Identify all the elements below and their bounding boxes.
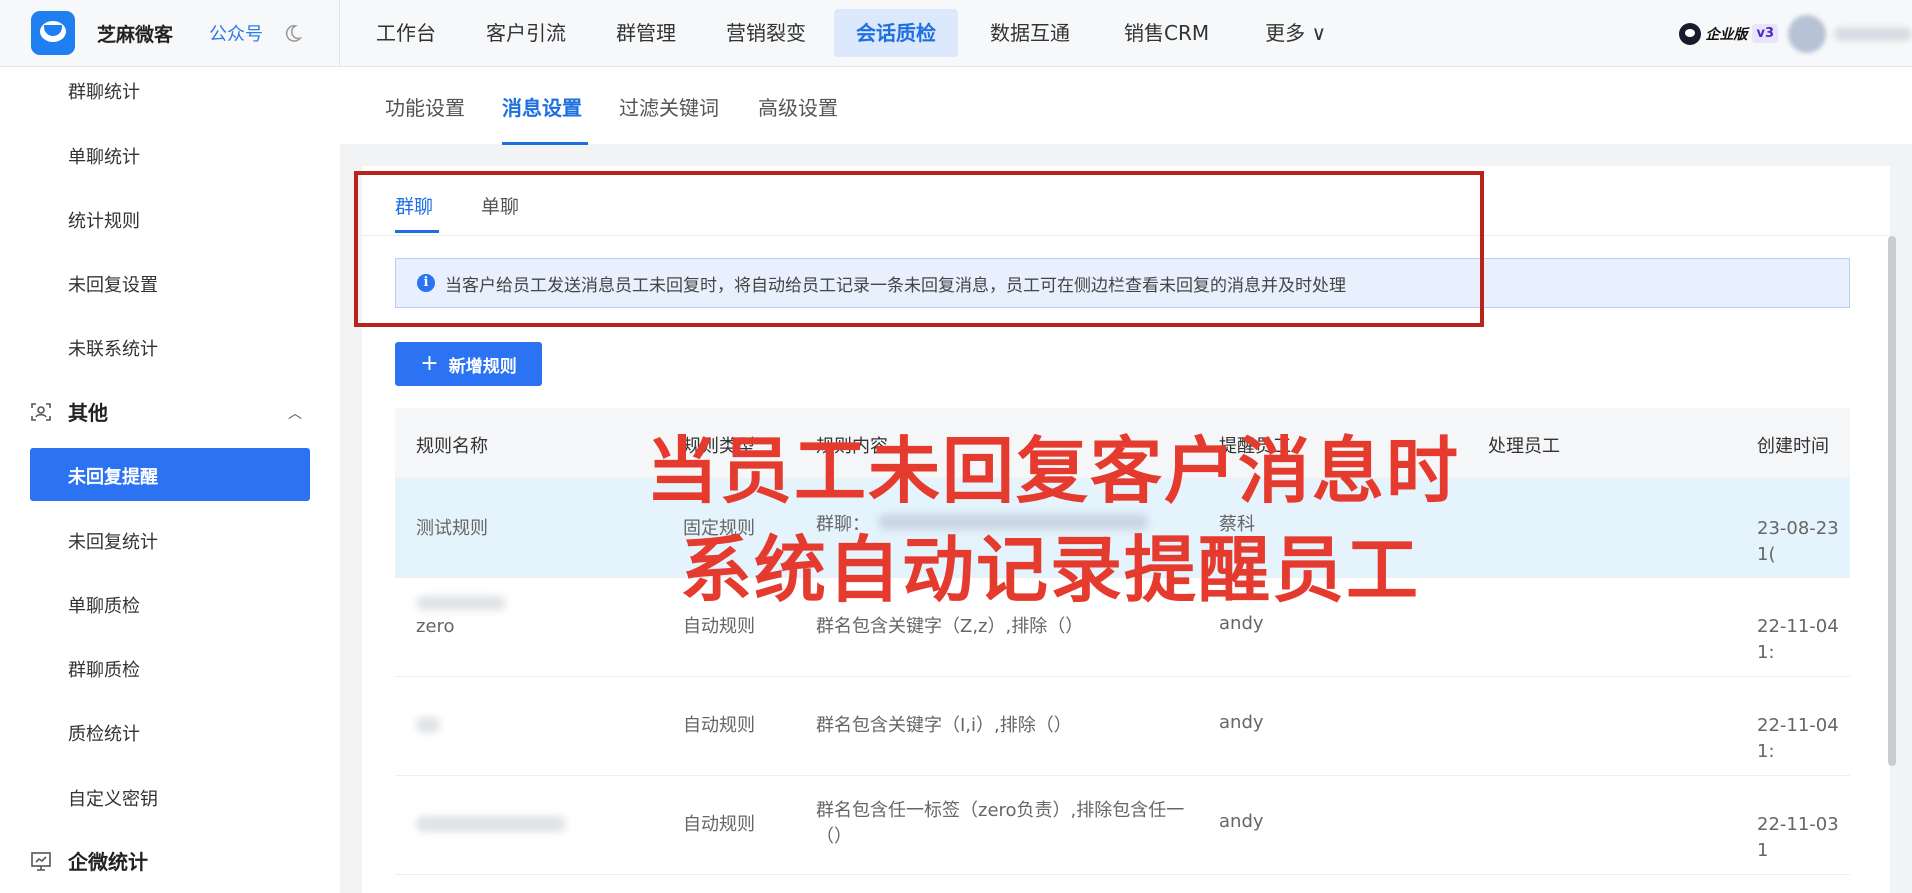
edition-badge: 企业版 v3 xyxy=(1679,22,1778,45)
nav-workbench[interactable]: 工作台 xyxy=(354,9,458,57)
cell-created-time: 22-11-04 1: xyxy=(1757,616,1839,663)
annotation-text-line2: 系统自动记录提醒员工 xyxy=(680,528,1421,612)
cell-created-time: 23-08-23 1( xyxy=(1757,518,1839,565)
tab-function-settings[interactable]: 功能设置 xyxy=(385,92,465,121)
avatar[interactable] xyxy=(1788,14,1826,53)
sidebar-group-other-label: 其他 xyxy=(68,401,108,425)
sidebar-item-single-chat-qc[interactable]: 单聊质检 xyxy=(68,592,140,618)
logo-icon[interactable] xyxy=(31,11,75,55)
sidebar-item-no-reply-reminder[interactable]: 未回复提醒 xyxy=(30,448,310,501)
brand: 芝麻微客 公众号 xyxy=(0,0,340,67)
cell-name-blurred xyxy=(416,596,506,610)
col-handle-staff: 处理员工 xyxy=(1488,436,1560,457)
sidebar-item-single-chat-stats[interactable]: 单聊统计 xyxy=(68,143,140,169)
edition-label: 企业版 xyxy=(1705,26,1748,43)
settings-tabs: 功能设置 消息设置 过滤关键词 高级设置 xyxy=(340,67,1912,144)
sidebar-item-label: 未回复提醒 xyxy=(68,467,158,488)
sidebar-item-custom-key[interactable]: 自定义密钥 xyxy=(68,785,158,811)
nav-group-management[interactable]: 群管理 xyxy=(594,9,698,57)
sidebar-item-stat-rules[interactable]: 统计规则 xyxy=(68,207,140,233)
brand-name: 芝麻微客 xyxy=(97,23,174,46)
add-rule-button[interactable]: + 新增规则 xyxy=(395,342,542,386)
cell-rule-content: 群名包含关键字（I,i）,排除（） xyxy=(816,715,1072,736)
cell-rule-type: 自动规则 xyxy=(683,616,755,637)
nav-data-exchange[interactable]: 数据互通 xyxy=(968,9,1092,57)
cell-rule-content: 群名包含任一标签（zero负责）,排除包含任一（） xyxy=(816,800,1185,847)
cell-rule-type: 自动规则 xyxy=(683,715,755,736)
nav-sales-crm[interactable]: 销售CRM xyxy=(1102,9,1231,57)
edition-icon xyxy=(1679,22,1702,45)
version-badge: v3 xyxy=(1752,24,1778,43)
tab-message-settings[interactable]: 消息设置 xyxy=(502,92,582,121)
chevron-up-icon[interactable]: ︿ xyxy=(288,403,302,423)
cell-name-blurred xyxy=(416,816,566,832)
cell-created-time: 22-11-03 1 xyxy=(1757,814,1839,861)
tab-active-indicator xyxy=(502,142,588,145)
cell-remind-staff: andy xyxy=(1219,811,1264,832)
dark-mode-icon[interactable] xyxy=(283,24,303,43)
cell-rule-type: 自动规则 xyxy=(683,814,755,835)
table-row[interactable]: 自动规则 群名包含关键字（I,i）,排除（） andy 22-11-04 1: xyxy=(395,677,1850,776)
cell-rule-name: zero xyxy=(416,616,455,637)
annotation-text-line1: 当员工未回复客户消息时 xyxy=(646,429,1461,513)
cell-created-time: 22-11-04 1: xyxy=(1757,715,1839,762)
username-blurred[interactable] xyxy=(1834,26,1912,41)
plus-icon: + xyxy=(420,351,439,376)
account-area: 企业版 v3 xyxy=(1679,0,1912,67)
main-nav: 工作台 客户引流 群管理 营销裂变 会话质检 数据互通 销售CRM 更多 ∨ xyxy=(340,0,1348,67)
vertical-scrollbar[interactable] xyxy=(1888,236,1896,766)
cell-rule-content: 群名包含关键字（Z,z）,排除（） xyxy=(816,616,1084,637)
sidebar-item-no-contact-stats[interactable]: 未联系统计 xyxy=(68,335,158,361)
sidebar-group-other[interactable]: 其他 xyxy=(30,397,108,426)
sidebar-group-wecom-label: 企微统计 xyxy=(68,850,148,874)
top-nav: 芝麻微客 公众号 工作台 客户引流 群管理 营销裂变 会话质检 数据互通 销售C… xyxy=(0,0,1912,67)
user-scan-icon xyxy=(31,402,51,421)
gzh-link[interactable]: 公众号 xyxy=(209,20,263,46)
col-created-time: 创建时间 xyxy=(1757,436,1829,457)
add-rule-label: 新增规则 xyxy=(448,356,517,377)
cell-rule-name: 测试规则 xyxy=(416,518,488,539)
tab-advanced-settings[interactable]: 高级设置 xyxy=(758,92,838,121)
table-row[interactable]: 自动规则 群名包含任一标签（zero负责）,排除包含任一（） andy 22-1… xyxy=(395,776,1850,875)
annotation-highlight-box xyxy=(354,171,1484,327)
nav-more[interactable]: 更多 ∨ xyxy=(1243,9,1348,57)
sidebar-item-no-reply-stats[interactable]: 未回复统计 xyxy=(68,528,158,554)
nav-marketing[interactable]: 营销裂变 xyxy=(704,9,828,57)
sidebar-item-group-chat-stats[interactable]: 群聊统计 xyxy=(68,78,140,104)
sidebar-item-group-chat-qc[interactable]: 群聊质检 xyxy=(68,656,140,682)
cell-name-blurred xyxy=(416,717,440,733)
cell-remind-staff: andy xyxy=(1219,712,1264,733)
sidebar-item-qc-stats[interactable]: 质检统计 xyxy=(68,720,140,746)
sidebar: 群聊统计 单聊统计 统计规则 未回复设置 未联系统计 其他 ︿ 未回复提醒 未回… xyxy=(0,67,340,893)
col-rule-name: 规则名称 xyxy=(416,436,488,457)
nav-session-quality[interactable]: 会话质检 xyxy=(834,9,958,57)
chart-screen-icon xyxy=(31,851,51,871)
tab-filter-keywords[interactable]: 过滤关键词 xyxy=(619,92,719,121)
sidebar-item-no-reply-settings[interactable]: 未回复设置 xyxy=(68,271,158,297)
sidebar-group-wecom-stats[interactable]: 企微统计 xyxy=(30,846,148,875)
nav-customer-acquisition[interactable]: 客户引流 xyxy=(464,9,588,57)
